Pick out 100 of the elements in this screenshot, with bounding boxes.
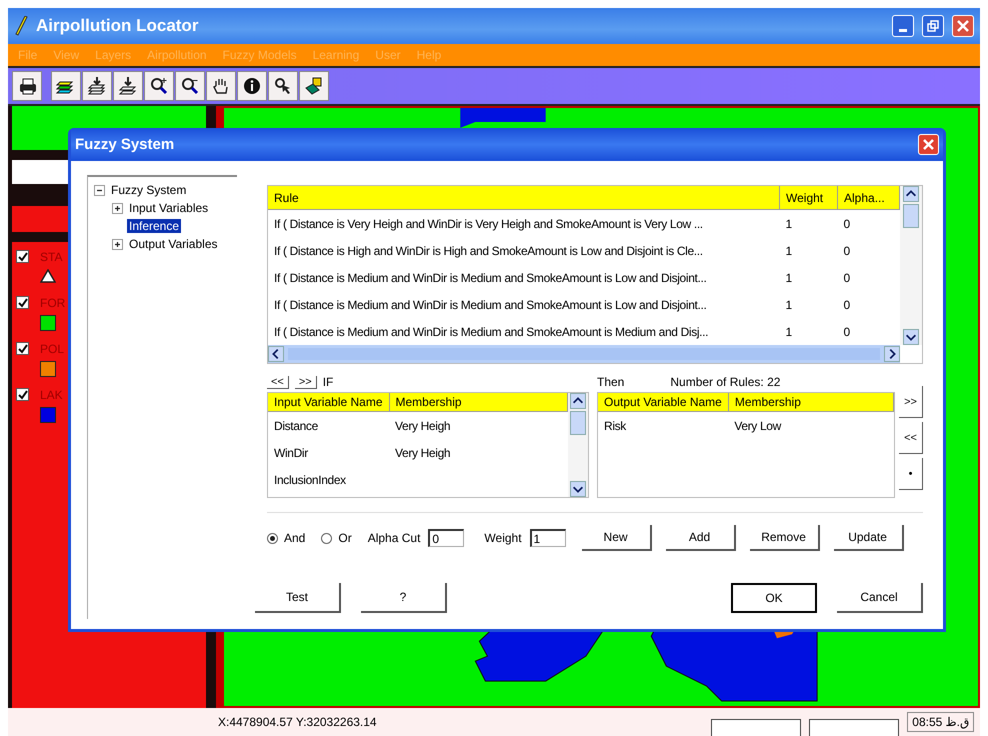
table-cell: Very Low <box>728 412 894 439</box>
table-cell-text: If ( Distance is High and WinDir is High and SmokeAmount is Low and Disjoint is Cle... <box>273 242 704 260</box>
add-layer-icon <box>87 76 107 96</box>
dialog-button[interactable]: OK <box>731 583 817 613</box>
dialog-button[interactable]: ? <box>361 583 447 613</box>
toolbar-button[interactable] <box>268 71 298 101</box>
table-cell-text: If ( Distance is Medium and WinDir is Medium and SmokeAmount is Medium and Disj... <box>273 324 710 340</box>
coordinates-label: X:4478904.57 Y:32032263.14 <box>218 715 378 729</box>
dropdown-field[interactable] <box>711 719 802 736</box>
toolbar-button[interactable] <box>113 71 143 101</box>
input-field[interactable]: 1 <box>530 529 566 547</box>
input-field[interactable]: 0 <box>428 529 464 547</box>
arrow-down-icon[interactable] <box>570 481 586 497</box>
then-label: Then <box>597 375 624 389</box>
field-label: Alpha Cut <box>368 531 420 545</box>
table-cell: Distance <box>268 412 390 439</box>
action-button[interactable]: Update <box>834 525 904 551</box>
zoom-in-icon <box>149 76 169 96</box>
table-cell: Risk <box>598 412 728 439</box>
layer-checkbox[interactable] <box>16 342 29 355</box>
scroll-thumb[interactable] <box>570 411 586 435</box>
layer-checkbox[interactable] <box>16 388 29 401</box>
column-header[interactable]: Membership <box>728 393 894 412</box>
table-cell: Very Heigh <box>389 412 568 439</box>
window-title: Airpollution Locator <box>36 16 198 36</box>
expand-icon[interactable] <box>112 238 123 250</box>
arrow-up-icon[interactable] <box>570 393 586 409</box>
table-cell-text: If ( Distance is Medium and WinDir is Medium and SmokeAmount is Low and Disjoint... <box>273 296 708 314</box>
table-cell-text: 1 <box>784 242 793 260</box>
clock-label: 08:55 ق.ظ <box>907 712 974 732</box>
toolbar-button[interactable] <box>237 71 267 101</box>
arrow-right-icon[interactable] <box>884 346 900 362</box>
table-cell: 0 <box>838 210 900 237</box>
zoom-out-icon <box>180 76 200 96</box>
dialog-button[interactable]: Test <box>255 583 341 613</box>
action-button[interactable]: Add <box>666 525 736 551</box>
scrollbar[interactable] <box>268 345 900 363</box>
arrow-down-icon[interactable] <box>903 329 919 345</box>
table-cell-text: Very Heigh <box>394 444 452 462</box>
move-button[interactable]: • <box>899 458 923 490</box>
action-button[interactable]: Remove <box>750 525 820 551</box>
info-icon <box>242 76 262 96</box>
expand-icon[interactable] <box>112 202 123 214</box>
column-header[interactable]: Rule <box>268 186 780 210</box>
scrollbar[interactable] <box>900 186 922 345</box>
close-button[interactable] <box>952 15 974 37</box>
scroll-thumb[interactable] <box>903 204 919 228</box>
table-cell-text: 1 <box>784 324 793 340</box>
move-button[interactable]: >> <box>899 386 923 418</box>
close-icon <box>923 139 934 150</box>
nav-button[interactable]: << <box>267 376 289 388</box>
layer-checkbox[interactable] <box>16 250 29 263</box>
table-cell: If ( Distance is Very Heigh and WinDir is Very Heigh and SmokeAmount is Very Low ... <box>268 210 780 237</box>
toolbar-button[interactable] <box>12 71 42 101</box>
if-label: IF <box>322 375 334 389</box>
action-button[interactable]: New <box>582 525 652 551</box>
pointer-icon <box>273 76 293 96</box>
table-cell-text: 0 <box>842 242 851 260</box>
toolbar-button[interactable] <box>206 71 236 101</box>
radio-option[interactable]: Or <box>321 531 360 545</box>
column-header[interactable]: Weight <box>780 186 838 210</box>
toolbar-button[interactable] <box>82 71 112 101</box>
scrollbar[interactable] <box>568 393 588 497</box>
column-header[interactable]: Output Variable Name <box>598 393 728 412</box>
tree-item[interactable]: Inference <box>127 219 182 233</box>
column-header[interactable]: Membership <box>389 393 568 412</box>
toolbar-button[interactable] <box>51 71 81 101</box>
collapse-icon[interactable] <box>94 184 105 196</box>
table-cell-text: If ( Distance is Medium and WinDir is Medium and SmokeAmount is Low and Disjoint... <box>273 270 708 286</box>
layer-label: FOR <box>40 296 66 312</box>
pencil-icon <box>14 16 28 36</box>
field-label: Weight <box>484 531 522 545</box>
radio-option[interactable]: And <box>267 531 314 545</box>
column-header[interactable]: Alpha... <box>838 186 900 210</box>
arrow-up-icon[interactable] <box>903 186 919 202</box>
close-icon <box>957 20 969 32</box>
toolbar-button[interactable] <box>144 71 174 101</box>
tree-item[interactable]: Input Variables <box>127 201 210 215</box>
dialog-title: Fuzzy System <box>75 136 174 153</box>
dialog-button[interactable]: Cancel <box>837 583 923 613</box>
table-cell-text: 0 <box>842 296 851 314</box>
minimize-button[interactable] <box>892 15 914 37</box>
dropdown-field[interactable] <box>809 719 900 736</box>
restore-button[interactable] <box>922 15 944 37</box>
table-cell-text: 0 <box>842 324 851 340</box>
table-cell: 1 <box>780 210 838 237</box>
table-cell-text: 0 <box>842 270 851 286</box>
printer-icon <box>17 76 37 96</box>
tree-item[interactable]: Output Variables <box>127 237 220 251</box>
minimize-icon <box>899 28 907 32</box>
arrow-left-icon[interactable] <box>268 346 284 362</box>
toolbar-button[interactable] <box>175 71 205 101</box>
toolbar-button[interactable] <box>299 71 329 101</box>
move-button[interactable]: << <box>899 422 923 454</box>
tree-item[interactable]: Fuzzy System <box>109 183 188 197</box>
table-cell-text: WinDir <box>273 444 309 462</box>
close-button[interactable] <box>918 134 939 155</box>
column-header[interactable]: Input Variable Name <box>268 393 390 412</box>
layer-checkbox[interactable] <box>16 296 29 309</box>
nav-button[interactable]: >> <box>294 376 317 388</box>
